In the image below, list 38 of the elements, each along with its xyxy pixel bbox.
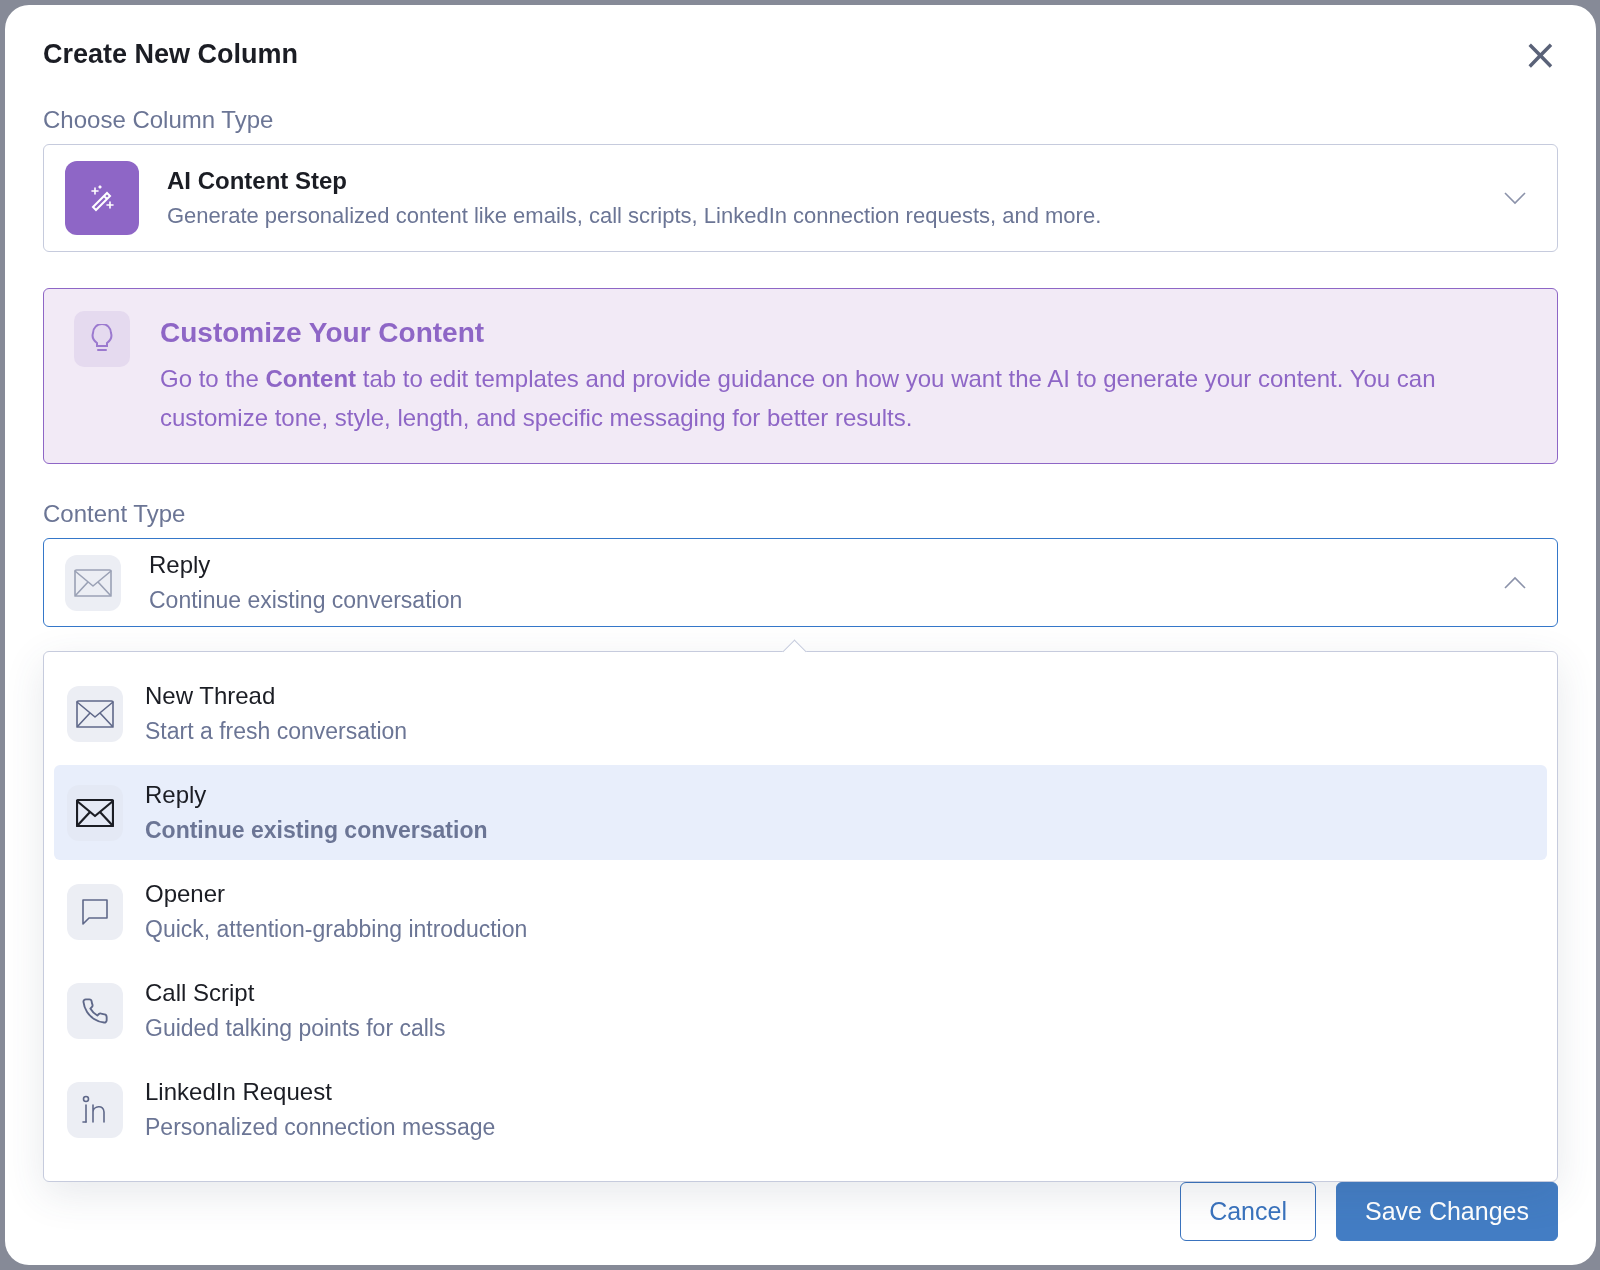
close-button[interactable]: × [1518, 39, 1562, 70]
tip-text: Go to the Content tab to edit templates and provide guidance on how you want the AI to generate your content. You can customize tone, style, length, and specific messaging for better results. [160, 364, 1437, 433]
option-title: Opener [145, 880, 227, 908]
menu-option[interactable]: Reply Continue existing conversation [54, 765, 1547, 860]
option-title: LinkedIn Request [145, 1078, 333, 1106]
dialog-title: Create New Column [43, 39, 299, 70]
menu-option[interactable]: LinkedIn Request Personalized connection message [54, 1062, 1547, 1157]
tip-title: Customize Your Content [160, 317, 486, 349]
option-description: Guided talking points for calls [145, 1015, 447, 1042]
column-type-description: Generate personalized content like emails, call scripts, LinkedIn connection requests, and more. [167, 203, 1103, 229]
magic-wand-icon [65, 161, 139, 235]
option-description: Quick, attention-grabbing introduction [145, 916, 529, 943]
content-type-select[interactable]: Reply Continue existing conversation [43, 538, 1558, 627]
content-type-title: Reply [149, 551, 212, 579]
chevron-up-icon [1503, 575, 1527, 590]
option-title: New Thread [145, 682, 277, 710]
chevron-down-icon [1503, 191, 1527, 205]
chat-bubble-icon [80, 896, 110, 927]
envelope-icon [76, 699, 114, 728]
lightbulb-icon [74, 311, 130, 367]
option-description: Continue existing conversation [145, 817, 489, 844]
menu-option[interactable]: Call Script Guided talking points for calls [54, 963, 1547, 1058]
option-title: Call Script [145, 979, 256, 1007]
menu-option[interactable]: Opener Quick, attention-grabbing introduction [54, 864, 1547, 959]
content-type-description: Continue existing conversation [149, 587, 464, 614]
column-type-title: AI Content Step [167, 167, 348, 195]
option-description: Start a fresh conversation [145, 718, 409, 745]
option-title: Reply [145, 781, 208, 809]
option-description: Personalized connection message [145, 1114, 497, 1141]
envelope-icon [76, 798, 114, 827]
phone-icon [81, 996, 109, 1025]
field-label: Content Type [43, 500, 187, 528]
menu-option[interactable]: New Thread Start a fresh conversation [54, 666, 1547, 761]
save-changes-button[interactable]: Save Changes [1336, 1182, 1558, 1241]
column-type-select[interactable]: AI Content Step Generate personalized content like emails, call scripts, LinkedIn connection requests, and more. [43, 144, 1558, 252]
cancel-button[interactable]: Cancel [1180, 1182, 1316, 1241]
field-label: Choose Column Type [43, 106, 275, 134]
envelope-icon [74, 568, 112, 597]
